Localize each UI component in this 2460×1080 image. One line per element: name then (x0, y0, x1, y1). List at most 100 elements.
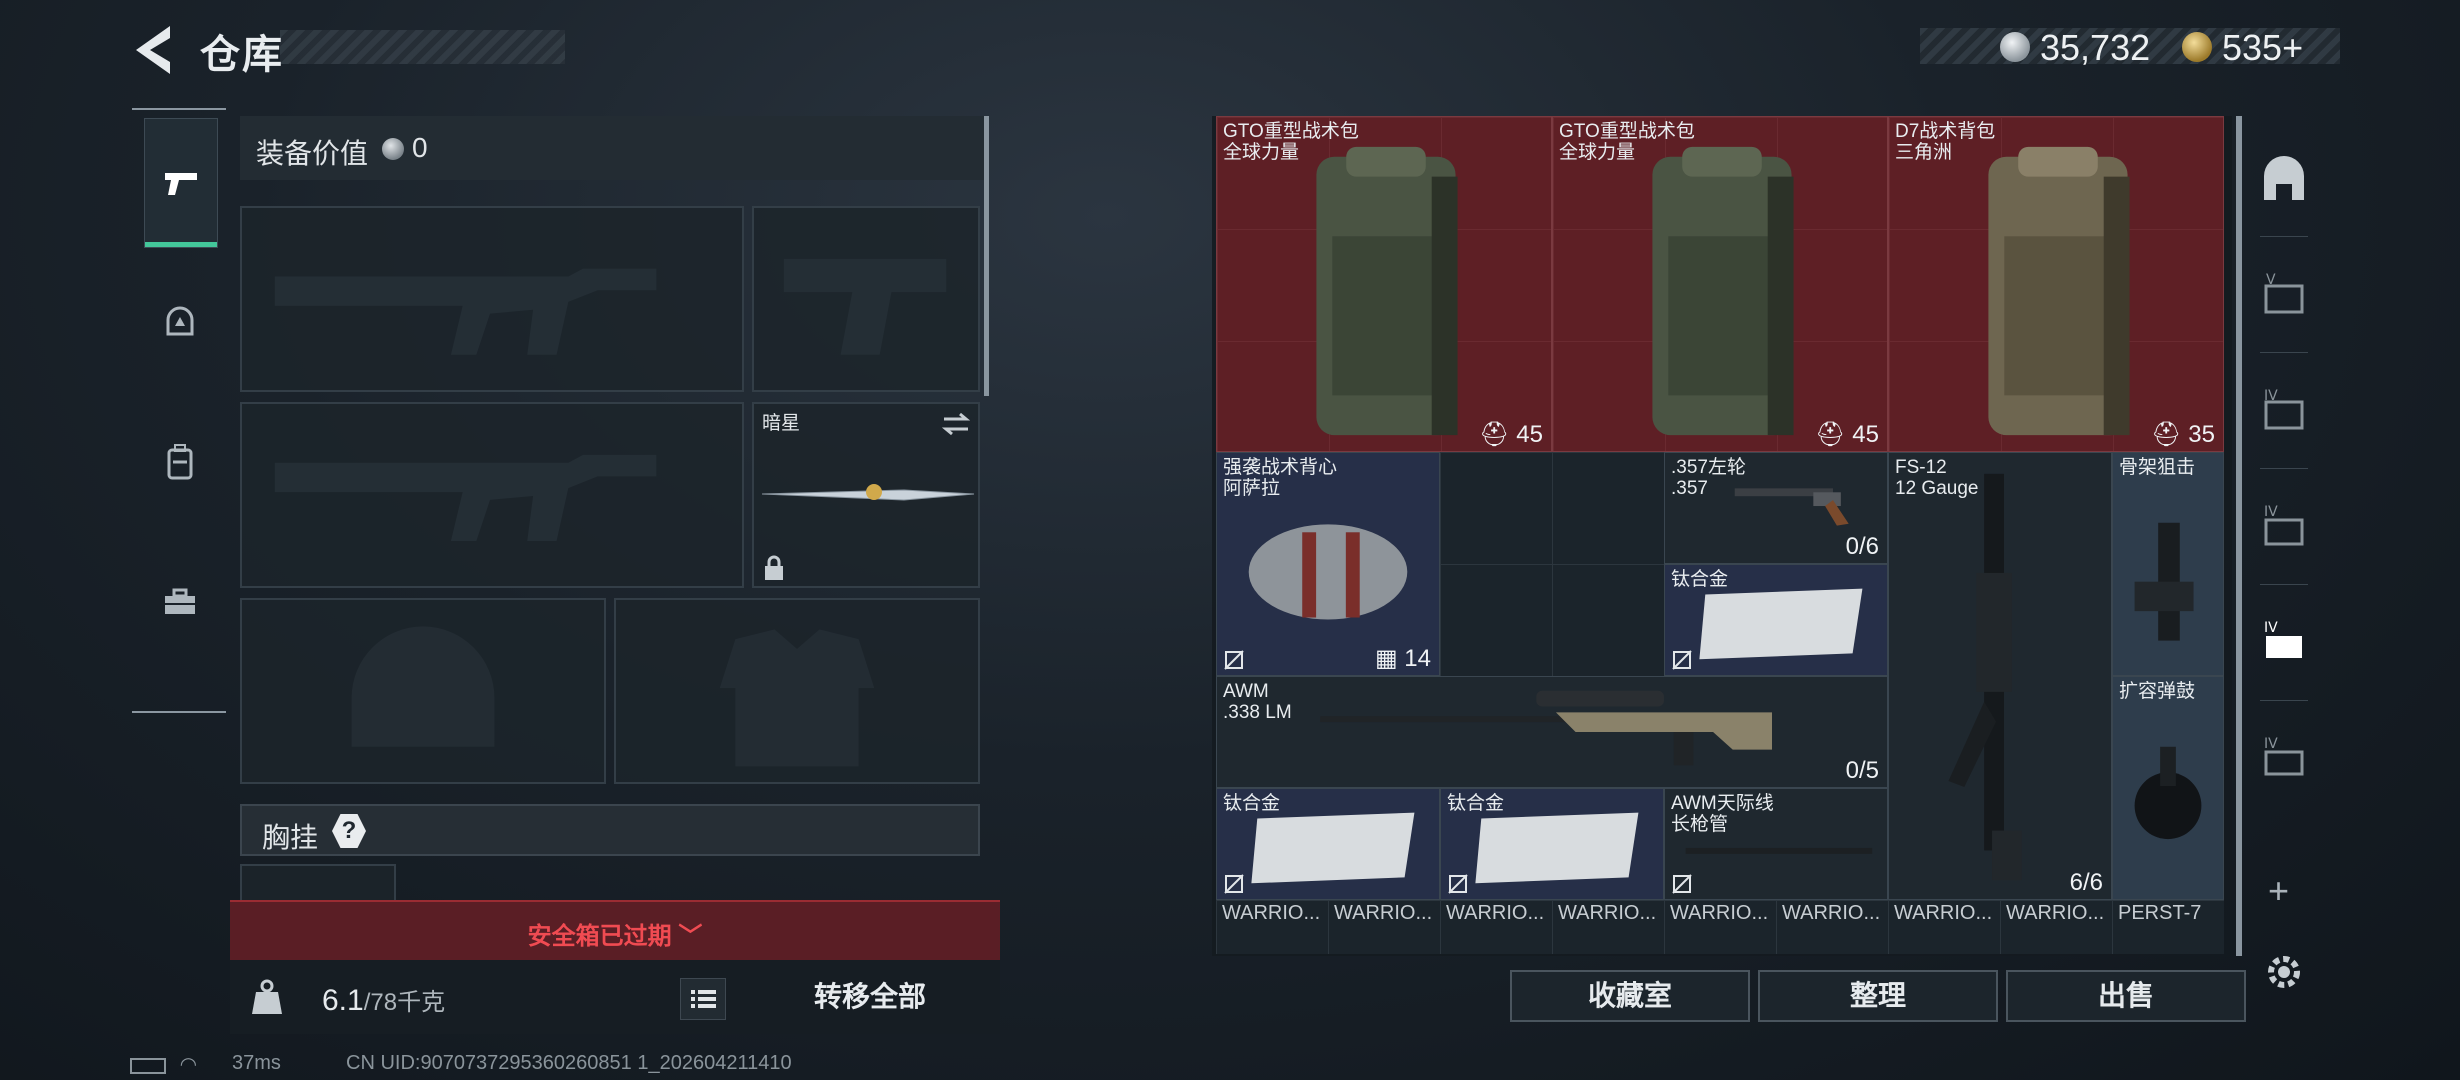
tab-divider (2260, 236, 2308, 237)
gold-add-button[interactable]: + (2282, 27, 2303, 68)
stash-panel: GTO重型战术包 全球力量 ⛑ 45 GTO重型战术包 全球力量 ⛑ 45 D7… (1212, 116, 2242, 956)
stash-item-d7-backpack[interactable]: D7战术背包 三角洲 ⛑ 35 (1888, 116, 2224, 452)
list-icon (691, 990, 716, 1008)
item-name: AWM .338 LM (1223, 681, 1292, 723)
rail-tab-weapons[interactable] (144, 118, 218, 248)
stash-tab-level-4a[interactable]: IV (2254, 382, 2314, 442)
chest-rig-help-button[interactable]: ? (332, 814, 366, 848)
gear-icon (2268, 956, 2300, 988)
stash-item-warrior-1[interactable]: WARRIO... (1216, 902, 1328, 954)
rail-tab-helmet[interactable] (144, 258, 216, 386)
rail-tab-toolbox[interactable] (144, 538, 216, 666)
item-name: 钛合金 (1223, 793, 1281, 814)
collection-room-button[interactable]: 收藏室 (1510, 970, 1750, 1022)
sell-button[interactable]: 出售 (2006, 970, 2246, 1022)
stash-tab-level-5[interactable]: V (2254, 266, 2314, 326)
stash-item-warrior-3[interactable]: WARRIO... (1440, 902, 1552, 954)
stash-item-perst-7[interactable]: PERST-7 (2112, 902, 2224, 954)
stash-item-assault-vest[interactable]: 强袭战术背心 阿萨拉 ▦ 14 (1216, 452, 1440, 676)
melee-slot-name: 暗星 (762, 413, 801, 434)
item-name: .357左轮 .357 (1671, 457, 1746, 499)
stash-item-warrior-4[interactable]: WARRIO... (1552, 902, 1664, 954)
storage-level-icon-2: IV (2264, 388, 2304, 430)
stash-item-warrior-7[interactable]: WARRIO... (1888, 902, 2000, 954)
tab-divider (2260, 584, 2308, 585)
safe-box-banner[interactable]: 安全箱已过期 ﹀ (230, 900, 1000, 962)
lock-icon (765, 555, 783, 580)
stash-item-357-revolver[interactable]: .357左轮 .357 0/6 (1664, 452, 1888, 564)
storage-level-icon: V (2264, 272, 2304, 314)
wifi-icon: ◠ (179, 1054, 198, 1076)
stash-item-skeleton-stock[interactable]: 骨架狙击 (2112, 452, 2224, 676)
item-name: GTO重型战术包 全球力量 (1559, 121, 1695, 163)
item-capacity: ⛑ 35 (2151, 421, 2215, 448)
category-rail (132, 108, 228, 713)
chest-rig-slot[interactable] (240, 864, 396, 904)
primary-weapon-slot[interactable] (240, 206, 744, 392)
item-ammo: 0/5 (1845, 757, 1879, 784)
stash-item-warrior-8[interactable]: WARRIO... (2000, 902, 2112, 954)
helmet-icon (166, 306, 194, 336)
safehouse-icon (2264, 156, 2304, 200)
stash-item-warrior-5[interactable]: WARRIO... (1664, 902, 1776, 954)
add-tab-button[interactable]: + (2268, 870, 2289, 912)
rail-top-divider (132, 108, 226, 110)
sidearm-slot[interactable] (752, 206, 980, 392)
backpack-icon-2 (1652, 146, 1794, 436)
equipment-value: 0 (412, 132, 428, 163)
stash-item-titanium-2[interactable]: 钛合金 (1216, 788, 1440, 900)
back-button[interactable] (130, 20, 180, 80)
battery-icon (130, 1057, 166, 1074)
rifle-silhouette-icon (274, 268, 657, 355)
stash-tab-rail: V IV IV IV IV (2246, 120, 2322, 840)
stash-item-fs12-shotgun[interactable]: FS-12 12 Gauge 6/6 (1888, 452, 2112, 900)
stash-item-gto-backpack-1[interactable]: GTO重型战术包 全球力量 ⛑ 45 (1216, 116, 1552, 452)
item-name: FS-12 12 Gauge (1895, 457, 1979, 499)
equipment-scrollbar[interactable] (984, 116, 989, 396)
stash-item-awm-rifle[interactable]: AWM .338 LM 0/5 (1216, 676, 1888, 788)
stash-scrollbar[interactable] (2236, 116, 2242, 956)
stash-tab-level-4d[interactable]: IV (2254, 730, 2314, 790)
drum-magazine-icon (2134, 746, 2202, 840)
item-name: D7战术背包 三角洲 (1895, 121, 1996, 163)
secondary-weapon-slot[interactable] (240, 402, 744, 588)
knife-icon (761, 484, 975, 501)
stash-tab-level-4b[interactable]: IV (2254, 498, 2314, 558)
stash-item-gto-backpack-2[interactable]: GTO重型战术包 全球力量 ⛑ 45 (1552, 116, 1888, 452)
rail-tab-backpack[interactable] (144, 398, 216, 526)
svg-text:IV: IV (2264, 736, 2278, 752)
body-armor-slot[interactable] (614, 598, 980, 784)
stash-tab-level-4c-active[interactable]: IV (2254, 614, 2314, 674)
stash-item-awm-long-barrel[interactable]: AWM天际线 长枪管 (1664, 788, 1888, 900)
stash-item-warrior-2[interactable]: WARRIO... (1328, 902, 1440, 954)
gold-coin-icon (2182, 32, 2212, 62)
carry-weight: 6.1/78千克 (322, 982, 445, 1018)
transfer-all-button[interactable]: 转移全部 (750, 972, 990, 1022)
backpack-icon (167, 444, 193, 480)
rifle-silhouette-icon-2 (274, 454, 657, 541)
svg-text:V: V (2266, 272, 2276, 288)
device-status: ◠ (130, 1052, 197, 1077)
left-footer: 6.1/78千克 转移全部 (230, 960, 1000, 1034)
storage-level-icon-3: IV (2264, 504, 2304, 546)
gold-currency[interactable]: 535+ (2222, 27, 2303, 69)
swap-icon[interactable] (940, 410, 972, 438)
stash-tab-home[interactable] (2254, 150, 2314, 210)
back-arrow-icon (136, 26, 170, 74)
equipment-panel: 装备价值 0 暗星 胸挂 ? (232, 108, 998, 1038)
carry-weight-current: 6.1 (322, 984, 364, 1017)
equipment-value-label: 装备价值 (256, 138, 369, 169)
item-name: 扩容弹鼓 (2119, 681, 2196, 702)
stash-item-titanium-3[interactable]: 钛合金 (1440, 788, 1664, 900)
stash-item-titanium-1[interactable]: 钛合金 (1664, 564, 1888, 676)
list-view-button[interactable] (680, 978, 726, 1020)
title-decoration (280, 30, 565, 64)
stash-settings-button[interactable] (2262, 950, 2306, 994)
stash-item-extended-drum[interactable]: 扩容弹鼓 (2112, 676, 2224, 900)
helmet-slot[interactable] (240, 598, 606, 784)
organize-button[interactable]: 整理 (1758, 970, 1998, 1022)
no-trade-icon (1672, 874, 1692, 894)
stash-item-warrior-6[interactable]: WARRIO... (1776, 902, 1888, 954)
weight-icon (252, 979, 282, 1014)
melee-slot[interactable]: 暗星 (752, 402, 980, 588)
